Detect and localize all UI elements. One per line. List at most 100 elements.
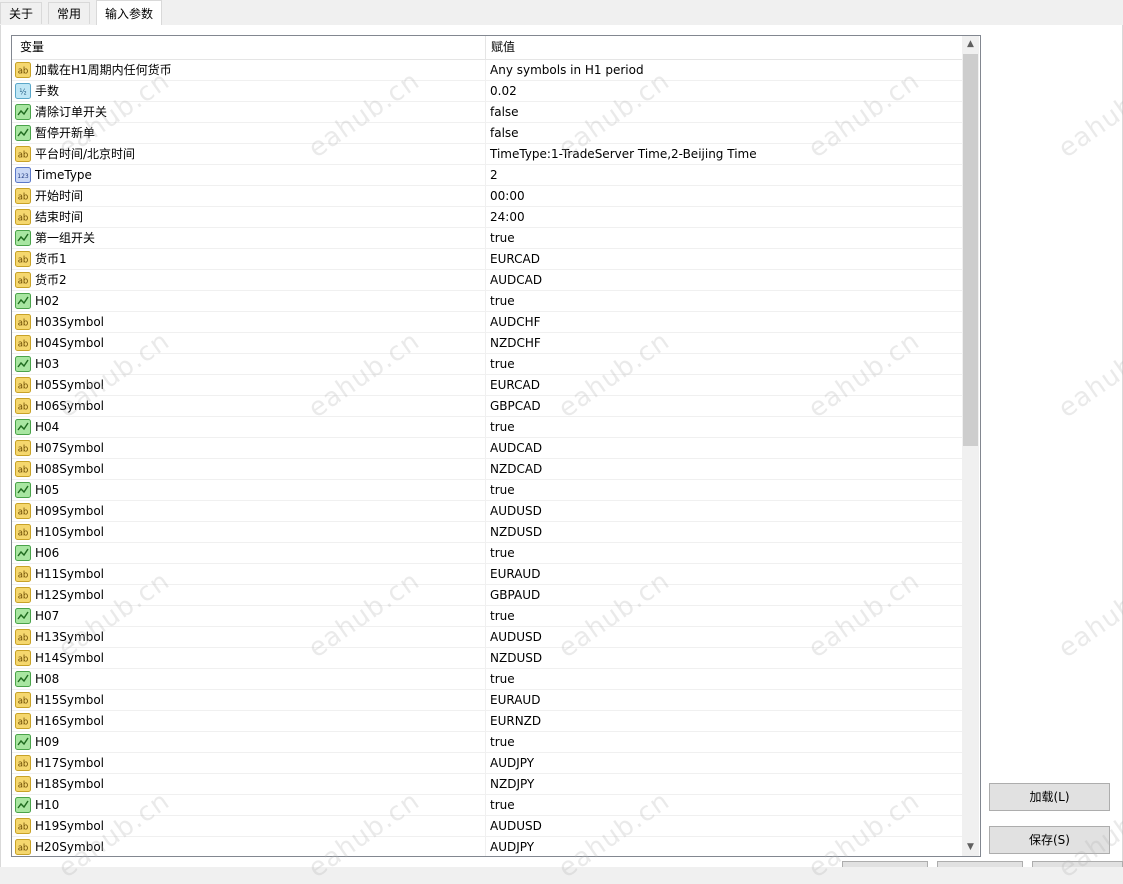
variable-name: H10Symbol: [35, 525, 104, 539]
table-row[interactable]: ab 开始时间 00:00: [12, 186, 962, 207]
variable-name: H07Symbol: [35, 441, 104, 455]
reset-button[interactable]: [1032, 861, 1123, 867]
table-row[interactable]: ab H19Symbol AUDUSD: [12, 816, 962, 837]
table-row[interactable]: ab 平台时间/北京时间 TimeType:1-TradeServer Time,2…: [12, 144, 962, 165]
value-cell[interactable]: AUDCHF: [486, 312, 962, 332]
table-row[interactable]: ab 货币1 EURCAD: [12, 249, 962, 270]
variable-cell: ab H04Symbol: [12, 333, 486, 353]
value-cell[interactable]: 00:00: [486, 186, 962, 206]
value-cell[interactable]: NZDCHF: [486, 333, 962, 353]
scroll-down-arrow-icon[interactable]: ▼: [962, 839, 979, 856]
value-cell[interactable]: true: [486, 795, 962, 815]
variable-cell: ab H15Symbol: [12, 690, 486, 710]
table-row[interactable]: ab H07Symbol AUDCAD: [12, 438, 962, 459]
value-cell[interactable]: EURCAD: [486, 249, 962, 269]
scrollbar-thumb[interactable]: [963, 54, 978, 446]
ok-button[interactable]: [842, 861, 928, 867]
table-row[interactable]: 暂停开新单 false: [12, 123, 962, 144]
table-row[interactable]: ab H08Symbol NZDCAD: [12, 459, 962, 480]
value-cell[interactable]: 2: [486, 165, 962, 185]
value-cell[interactable]: NZDUSD: [486, 648, 962, 668]
table-row[interactable]: ab H17Symbol AUDJPY: [12, 753, 962, 774]
table-row[interactable]: ab H16Symbol EURNZD: [12, 711, 962, 732]
table-row[interactable]: ab H15Symbol EURAUD: [12, 690, 962, 711]
value-cell[interactable]: true: [486, 291, 962, 311]
value-cell[interactable]: true: [486, 543, 962, 563]
value-cell[interactable]: NZDCAD: [486, 459, 962, 479]
value-cell[interactable]: AUDUSD: [486, 501, 962, 521]
tab-common[interactable]: 常用: [48, 2, 91, 24]
value-cell[interactable]: TimeType:1-TradeServer Time,2-Beijing Ti…: [486, 144, 962, 164]
table-row[interactable]: 123 TimeType 2: [12, 165, 962, 186]
value-cell[interactable]: NZDJPY: [486, 774, 962, 794]
table-row[interactable]: ab H14Symbol NZDUSD: [12, 648, 962, 669]
scroll-up-arrow-icon[interactable]: ▲: [962, 36, 979, 53]
table-row[interactable]: ab H09Symbol AUDUSD: [12, 501, 962, 522]
value-cell[interactable]: AUDCAD: [486, 438, 962, 458]
svg-text:ab: ab: [18, 571, 29, 581]
table-row[interactable]: ab H04Symbol NZDCHF: [12, 333, 962, 354]
table-row[interactable]: ab H10Symbol NZDUSD: [12, 522, 962, 543]
value-cell[interactable]: 24:00: [486, 207, 962, 227]
value-cell[interactable]: EURAUD: [486, 690, 962, 710]
cancel-button[interactable]: [937, 861, 1023, 867]
value-cell[interactable]: AUDJPY: [486, 753, 962, 773]
value-cell[interactable]: AUDCAD: [486, 270, 962, 290]
tab-inputs[interactable]: 输入参数: [96, 0, 163, 26]
value-cell[interactable]: EURNZD: [486, 711, 962, 731]
table-row[interactable]: H10 true: [12, 795, 962, 816]
variable-cell: ab 结束时间: [12, 207, 486, 227]
table-row[interactable]: H04 true: [12, 417, 962, 438]
variable-name: H09Symbol: [35, 504, 104, 518]
value-cell[interactable]: GBPCAD: [486, 396, 962, 416]
table-row[interactable]: ab 货币2 AUDCAD: [12, 270, 962, 291]
table-row[interactable]: ab 结束时间 24:00: [12, 207, 962, 228]
column-header-value[interactable]: 赋值: [486, 36, 962, 59]
table-row[interactable]: ab 加载在H1周期内任何货币 Any symbols in H1 period: [12, 60, 962, 81]
table-row[interactable]: 清除订单开关 false: [12, 102, 962, 123]
table-row[interactable]: ab H03Symbol AUDCHF: [12, 312, 962, 333]
value-cell[interactable]: true: [486, 417, 962, 437]
value-cell[interactable]: AUDUSD: [486, 816, 962, 836]
value-cell[interactable]: Any symbols in H1 period: [486, 60, 962, 80]
value-cell[interactable]: true: [486, 606, 962, 626]
value-cell[interactable]: 0.02: [486, 81, 962, 101]
value-cell[interactable]: true: [486, 480, 962, 500]
string-icon: ab: [15, 461, 31, 477]
table-row[interactable]: H02 true: [12, 291, 962, 312]
table-row[interactable]: H08 true: [12, 669, 962, 690]
column-header-variable[interactable]: 变量: [12, 36, 486, 59]
tab-about[interactable]: 关于: [0, 2, 43, 24]
load-button[interactable]: 加载(L): [989, 783, 1110, 811]
value-cell[interactable]: false: [486, 123, 962, 143]
table-row[interactable]: H06 true: [12, 543, 962, 564]
string-icon: ab: [15, 251, 31, 267]
value-cell[interactable]: NZDUSD: [486, 522, 962, 542]
value-cell[interactable]: true: [486, 669, 962, 689]
save-button[interactable]: 保存(S): [989, 826, 1110, 854]
value-cell[interactable]: false: [486, 102, 962, 122]
value-cell[interactable]: AUDUSD: [486, 627, 962, 647]
svg-text:ab: ab: [18, 382, 29, 392]
table-row[interactable]: ½ 手数 0.02: [12, 81, 962, 102]
value-cell[interactable]: EURAUD: [486, 564, 962, 584]
value-cell[interactable]: true: [486, 354, 962, 374]
table-row[interactable]: ab H06Symbol GBPCAD: [12, 396, 962, 417]
table-row[interactable]: H05 true: [12, 480, 962, 501]
vertical-scrollbar[interactable]: ▲ ▼: [962, 36, 979, 856]
value-cell[interactable]: true: [486, 228, 962, 248]
table-row[interactable]: 第一组开关 true: [12, 228, 962, 249]
table-row[interactable]: H07 true: [12, 606, 962, 627]
value-cell[interactable]: EURCAD: [486, 375, 962, 395]
value-cell[interactable]: GBPAUD: [486, 585, 962, 605]
table-row[interactable]: H03 true: [12, 354, 962, 375]
table-row[interactable]: ab H20Symbol AUDJPY: [12, 837, 962, 856]
table-row[interactable]: ab H18Symbol NZDJPY: [12, 774, 962, 795]
table-row[interactable]: ab H13Symbol AUDUSD: [12, 627, 962, 648]
table-row[interactable]: ab H05Symbol EURCAD: [12, 375, 962, 396]
table-row[interactable]: ab H11Symbol EURAUD: [12, 564, 962, 585]
value-cell[interactable]: true: [486, 732, 962, 752]
table-row[interactable]: ab H12Symbol GBPAUD: [12, 585, 962, 606]
table-row[interactable]: H09 true: [12, 732, 962, 753]
value-cell[interactable]: AUDJPY: [486, 837, 962, 856]
